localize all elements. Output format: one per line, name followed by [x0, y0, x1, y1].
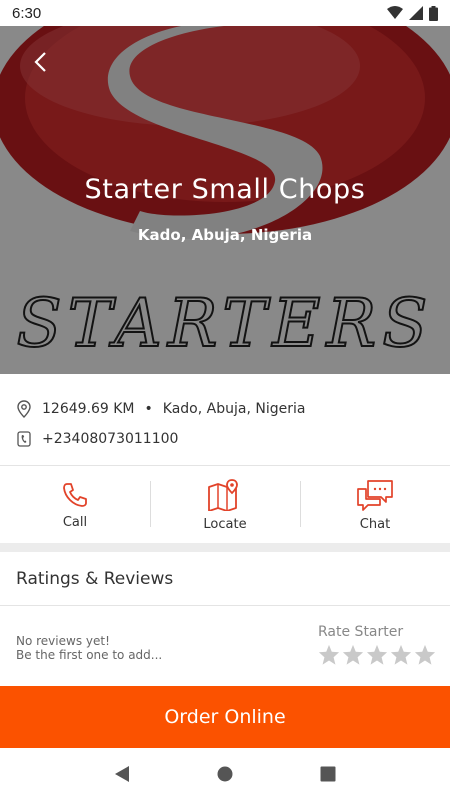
- action-row: Call Locate Chat: [0, 467, 450, 543]
- signal-icon: [409, 6, 423, 20]
- map-icon: [208, 478, 238, 511]
- nav-recents-icon[interactable]: [320, 766, 336, 782]
- distance-row: 12649.69 KM • Kado, Abuja, Nigeria: [16, 400, 305, 418]
- section-divider: [0, 543, 450, 552]
- no-reviews-line: No reviews yet!: [16, 634, 110, 648]
- system-nav-bar: [0, 748, 450, 800]
- no-reviews-message: No reviews yet! Be the first one to add.…: [16, 634, 162, 662]
- restaurant-location: Kado, Abuja, Nigeria: [137, 226, 313, 244]
- locate-button[interactable]: Locate: [150, 467, 300, 543]
- chevron-left-icon: [34, 52, 46, 72]
- restaurant-info: 12649.69 KM • Kado, Abuja, Nigeria +2340…: [0, 374, 450, 466]
- location-text: Kado, Abuja, Nigeria: [162, 401, 306, 417]
- restaurant-hero: STARTERS Starter Small Chops Kado, Abuja…: [0, 26, 450, 374]
- back-button[interactable]: [24, 46, 56, 78]
- be-first-line: Be the first one to add...: [16, 648, 163, 662]
- nav-home-icon[interactable]: [217, 766, 233, 782]
- call-label: Call: [62, 514, 88, 530]
- nav-back-icon[interactable]: [114, 765, 130, 783]
- battery-icon: [429, 5, 438, 21]
- star-icon[interactable]: [318, 644, 340, 666]
- distance-text: 12649.69 KM: [42, 401, 135, 417]
- restaurant-name: Starter Small Chops: [84, 174, 366, 205]
- rate-label: Rate Starter: [318, 624, 404, 640]
- chat-label: Chat: [359, 516, 391, 532]
- status-bar: 6:30: [0, 0, 450, 26]
- call-button[interactable]: Call: [0, 467, 150, 543]
- reviews-heading: Ratings & Reviews: [0, 552, 450, 606]
- phone-row[interactable]: +23408073011100: [16, 430, 178, 448]
- phone-icon: [16, 430, 32, 448]
- locate-label: Locate: [203, 516, 247, 532]
- star-icon[interactable]: [342, 644, 364, 666]
- wifi-icon: [387, 6, 403, 19]
- location-pin-icon: [16, 400, 32, 418]
- star-icon[interactable]: [366, 644, 388, 666]
- chat-button[interactable]: Chat: [300, 467, 450, 543]
- chat-icon: [357, 479, 393, 511]
- phone-number[interactable]: +23408073011100: [42, 431, 178, 447]
- rating-stars[interactable]: [318, 644, 436, 666]
- phone-icon: [63, 482, 87, 507]
- star-icon[interactable]: [414, 644, 436, 666]
- order-online-button[interactable]: Order Online: [0, 686, 450, 748]
- status-time: 6:30: [12, 4, 42, 22]
- star-icon[interactable]: [390, 644, 412, 666]
- separator-dot: •: [144, 401, 153, 417]
